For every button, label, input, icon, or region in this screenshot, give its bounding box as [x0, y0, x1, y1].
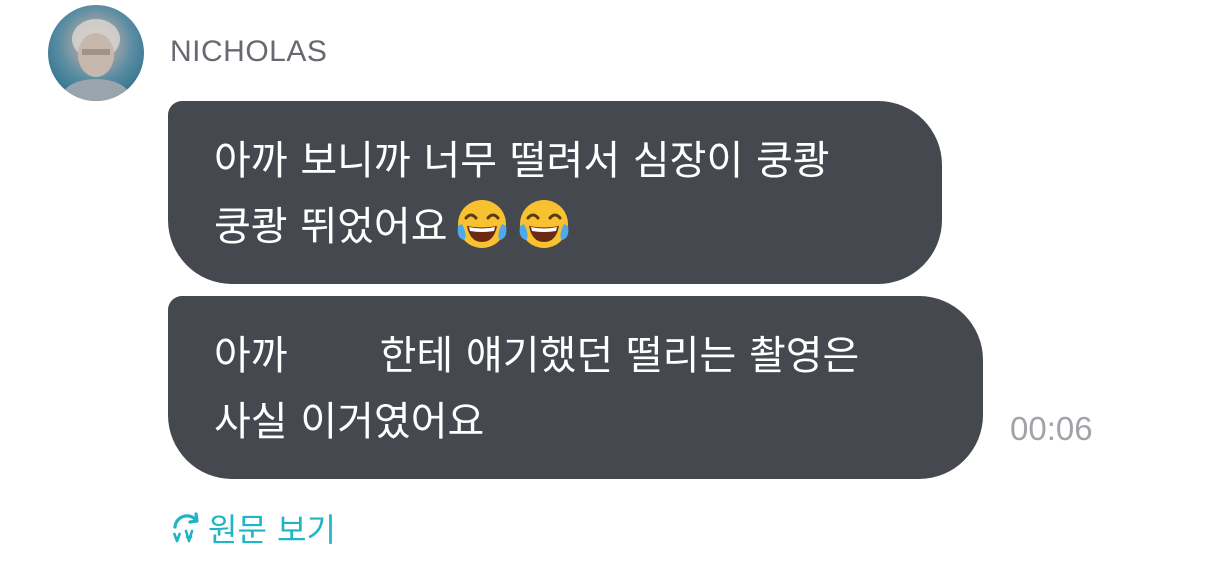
avatar[interactable]	[48, 5, 144, 101]
translate-refresh-icon	[172, 512, 199, 543]
tears-of-joy-emoji-icon	[519, 200, 568, 248]
message-bubble[interactable]: 아까 한테 얘기했던 떨리는 촬영은 사실 이거였어요	[168, 296, 983, 479]
message-line: 쿵쾅 뛰었어요	[214, 194, 902, 260]
sender-name: NICHOLAS	[170, 35, 328, 68]
tears-of-joy-emoji-icon	[457, 200, 506, 248]
message-line-text: 쿵쾅 뛰었어요	[214, 204, 448, 250]
message-line: 아까 한테 얘기했던 떨리는 촬영은	[214, 323, 943, 389]
message-line-text: 한테 얘기했던 떨리는 촬영은	[379, 333, 860, 379]
view-original-label: 원문 보기	[208, 511, 336, 549]
message-bubble[interactable]: 아까 보니까 너무 떨려서 심장이 쿵쾅 쿵쾅 뛰었어요	[168, 101, 942, 284]
view-original-button[interactable]: 원문 보기	[170, 505, 336, 551]
message-line: 사실 이거였어요	[214, 399, 485, 445]
message-line: 아까 보니까 너무 떨려서 심장이 쿵쾅	[214, 138, 830, 184]
message-line-text: 아까	[214, 333, 288, 379]
message-timestamp: 00:06	[1010, 410, 1093, 447]
